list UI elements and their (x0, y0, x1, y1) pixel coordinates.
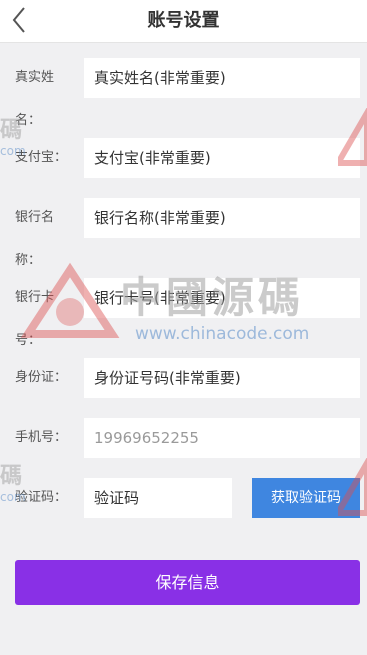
header-bar: 账号设置 (0, 0, 367, 43)
real-name-label: 真实姓名： (15, 70, 55, 128)
code-input[interactable] (84, 478, 232, 518)
code-label: 验证码： (15, 490, 68, 505)
page-title: 账号设置 (147, 10, 220, 31)
watermark-side-char: 碼 (0, 463, 23, 489)
real-name-input[interactable] (84, 58, 360, 98)
alipay-input[interactable] (84, 138, 360, 178)
id-card-label: 身份证： (15, 370, 68, 385)
bank-name-input[interactable] (84, 198, 360, 238)
bank-card-label: 银行卡号： (15, 290, 55, 348)
bank-card-input[interactable] (84, 278, 360, 318)
phone-label: 手机号： (15, 430, 68, 445)
phone-input[interactable] (84, 418, 360, 458)
watermark-url: www.chinacode.com (135, 324, 310, 344)
bank-name-label: 银行名称： (15, 210, 55, 268)
get-code-button[interactable]: 获取验证码 (252, 478, 360, 518)
alipay-label: 支付宝： (15, 150, 68, 165)
id-card-input[interactable] (84, 358, 360, 398)
save-button[interactable]: 保存信息 (15, 560, 360, 605)
